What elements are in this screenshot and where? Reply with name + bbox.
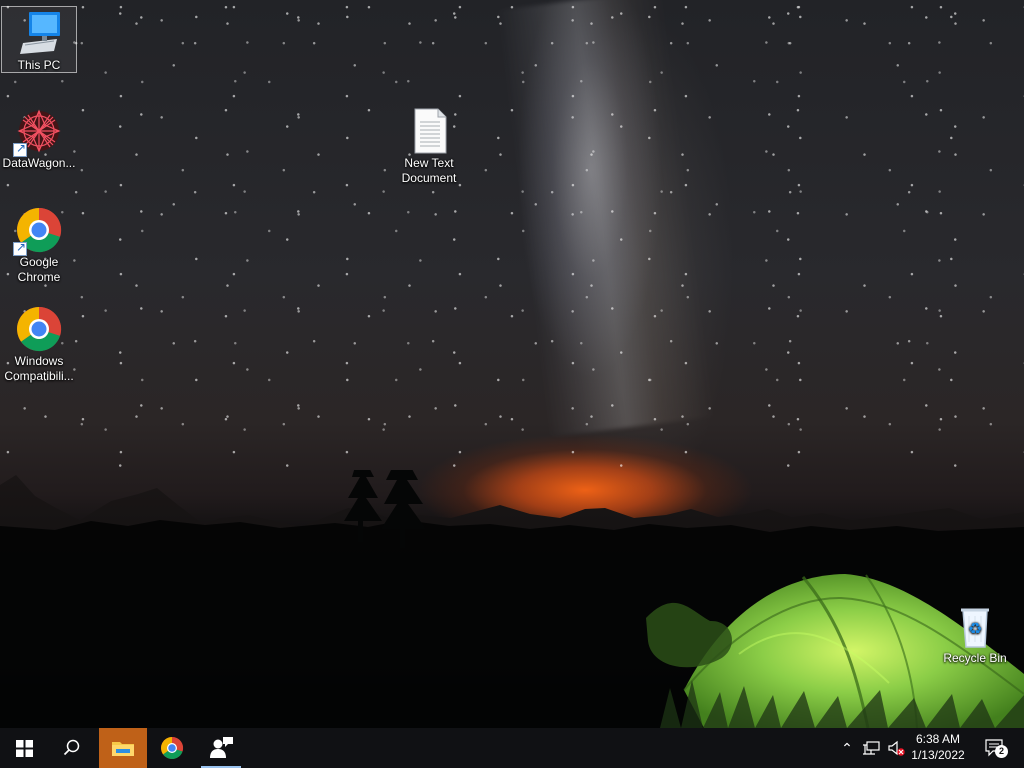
- desktop-icon-datawagon[interactable]: DataWagon...: [1, 107, 77, 171]
- chevron-up-icon: ⌃: [841, 740, 853, 756]
- network-tray-button[interactable]: [860, 728, 882, 768]
- folder-icon: [112, 742, 134, 756]
- clock-date: 1/13/2022: [911, 748, 965, 762]
- desktop-wallpaper: This PC DataWagon...: [0, 0, 1024, 728]
- desktop-icon-label: This PC: [17, 58, 61, 72]
- text-document-icon: [405, 107, 453, 155]
- shortcut-arrow-icon: [13, 141, 27, 157]
- desktop-icon-label: Windows Compatibili...: [4, 354, 74, 383]
- desktop-icon-label: Google Chrome: [17, 255, 61, 284]
- start-button[interactable]: [0, 728, 48, 768]
- desktop-icon-recycle-bin[interactable]: ♻ Recycle Bin: [937, 602, 1013, 666]
- notification-count-badge: 2: [995, 745, 1008, 758]
- person-chat-icon: [209, 737, 233, 758]
- search-icon: [63, 739, 80, 756]
- taskbar: ⌃ 6:38 AM 1/13/2022 2: [0, 728, 1024, 768]
- taskbar-file-explorer[interactable]: [99, 728, 147, 768]
- network-icon: [863, 740, 880, 755]
- shortcut-arrow-icon: [13, 240, 27, 256]
- chrome-icon: [161, 736, 184, 760]
- desktop-icon-google-chrome[interactable]: Google Chrome: [1, 206, 77, 285]
- datawagon-icon: [13, 107, 63, 157]
- search-button[interactable]: [48, 728, 96, 768]
- action-center-button[interactable]: 2: [980, 728, 1008, 768]
- desktop-icon-label: Recycle Bin: [943, 651, 1007, 665]
- night-landscape: [0, 470, 1024, 728]
- chrome-icon: [15, 305, 63, 353]
- svg-text:♻: ♻: [968, 619, 982, 638]
- taskbar-contacts[interactable]: [200, 728, 242, 768]
- windows-start-icon: [15, 739, 33, 757]
- clock-time: 6:38 AM: [915, 732, 961, 746]
- desktop-icon-label: DataWagon...: [2, 156, 76, 170]
- taskbar-google-chrome[interactable]: [148, 728, 196, 768]
- desktop-icon-windows-compatibility[interactable]: Windows Compatibili...: [1, 305, 77, 384]
- desktop-icon-label: New Text Document: [401, 156, 457, 185]
- chrome-icon: [13, 206, 63, 256]
- computer-icon: [15, 9, 63, 57]
- desktop-icon-this-pc[interactable]: This PC: [1, 6, 77, 73]
- clock-button[interactable]: 6:38 AM 1/13/2022: [897, 731, 979, 765]
- recycle-bin-icon: ♻: [951, 602, 999, 650]
- show-hidden-icons-button[interactable]: ⌃: [838, 728, 856, 768]
- desktop-icon-new-text-document[interactable]: New Text Document: [391, 107, 467, 186]
